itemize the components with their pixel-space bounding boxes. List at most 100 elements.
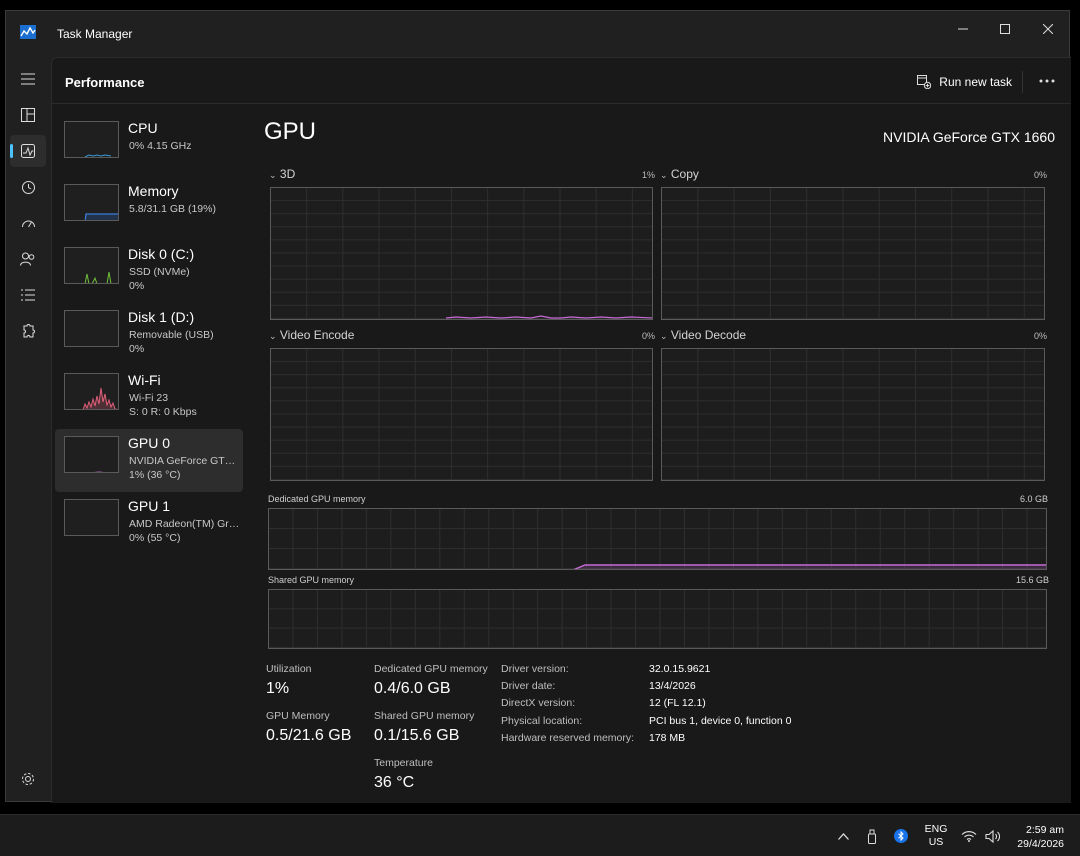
engine-3d-selector[interactable]: ⌄ 3D — [269, 167, 295, 181]
device-detail: NVIDIA GeForce GTX 1660 — [129, 455, 241, 467]
input-language-indicator[interactable]: ENG US — [921, 823, 951, 849]
engine-label: Copy — [670, 167, 699, 181]
device-memory[interactable]: Memory 5.8/31.1 GB (19%) — [55, 177, 243, 240]
chevron-down-icon: ⌄ — [660, 331, 668, 341]
nav-users[interactable] — [10, 243, 46, 275]
dedicated-memory-label: Dedicated GPU memory — [268, 494, 366, 504]
task-manager-window: Task Manager Performance Run new task CP… — [5, 10, 1071, 803]
driver-date-label: Driver date: — [501, 680, 556, 692]
wifi-thumbnail-graph — [64, 373, 119, 410]
engine-video-decode-selector[interactable]: ⌄ Video Decode — [660, 328, 746, 342]
nav-performance[interactable] — [10, 135, 46, 167]
engine-video-encode-percent: 0% — [642, 331, 656, 341]
volume-tray-button[interactable] — [982, 815, 1004, 856]
title-bar[interactable]: Task Manager — [6, 11, 1069, 55]
gpu-memory-label: GPU Memory — [266, 710, 330, 722]
device-cpu[interactable]: CPU 0% 4.15 GHz — [55, 114, 243, 177]
speedometer-icon — [21, 220, 35, 228]
page-title: Performance — [65, 75, 145, 90]
disk-1-thumbnail-graph — [64, 310, 119, 347]
device-detail: Removable (USB) — [129, 329, 214, 341]
run-new-task-label: Run new task — [939, 75, 1012, 89]
utilization-value: 1% — [266, 680, 290, 697]
details-list-icon — [21, 289, 35, 301]
network-tray-button[interactable] — [958, 815, 980, 856]
language-code: ENG — [924, 823, 948, 835]
engine-video-encode-graph — [270, 348, 653, 481]
clock-time: 2:59 am — [1026, 824, 1064, 836]
system-clock[interactable]: 2:59 am 29/4/2026 — [1017, 823, 1064, 851]
shared-memory-stat-value: 0.1/15.6 GB — [374, 727, 460, 744]
nav-processes[interactable] — [10, 99, 46, 131]
device-wifi[interactable]: Wi-Fi Wi-Fi 23 S: 0 R: 0 Kbps — [55, 366, 243, 429]
usb-drive-icon — [868, 829, 876, 844]
driver-version-value: 32.0.15.9621 — [649, 663, 711, 675]
device-detail: 5.8/31.1 GB (19%) — [129, 203, 216, 215]
usb-drive-tray-button[interactable] — [861, 815, 883, 856]
device-detail: AMD Radeon(TM) Graphics — [129, 518, 241, 530]
disk-0-thumbnail-graph — [64, 247, 119, 284]
device-gpu-1[interactable]: GPU 1 AMD Radeon(TM) Graphics 0% (55 °C) — [55, 492, 243, 555]
nav-services[interactable] — [10, 315, 46, 347]
content-header: Performance Run new task — [52, 58, 1071, 104]
bluetooth-tray-button[interactable] — [890, 815, 912, 856]
shared-memory-graph — [268, 589, 1047, 649]
shared-memory-stat-label: Shared GPU memory — [374, 710, 475, 722]
physical-location-label: Physical location: — [501, 715, 583, 727]
clock-date: 29/4/2026 — [1017, 838, 1064, 850]
directx-version-label: DirectX version: — [501, 697, 576, 709]
device-name: Memory — [128, 183, 179, 199]
device-usage: 0% — [129, 343, 145, 355]
device-name: GPU 1 — [128, 498, 171, 514]
show-hidden-icons-button[interactable] — [832, 815, 854, 856]
device-detail: SSD (NVMe) — [129, 266, 190, 278]
gear-icon — [22, 773, 34, 785]
processes-icon — [21, 108, 35, 122]
device-disk-0[interactable]: Disk 0 (C:) SSD (NVMe) 0% — [55, 240, 243, 303]
engine-video-decode-graph — [661, 348, 1045, 481]
dedicated-memory-stat-label: Dedicated GPU memory — [374, 663, 488, 675]
maximize-button[interactable] — [983, 15, 1027, 43]
gpu-memory-value: 0.5/21.6 GB — [266, 727, 352, 744]
minimize-button[interactable] — [941, 15, 985, 43]
device-name: CPU — [128, 120, 158, 136]
hamburger-menu-button[interactable] — [10, 63, 46, 95]
engine-label: Video Decode — [670, 328, 747, 342]
performance-icon — [21, 144, 35, 158]
device-usage: 1% (36 °C) — [129, 469, 181, 481]
gpu-0-thumbnail-graph — [64, 436, 119, 473]
hamburger-icon — [21, 73, 35, 85]
close-button[interactable] — [1026, 15, 1070, 43]
engine-video-decode-percent: 0% — [1034, 331, 1048, 341]
device-name: GPU 0 — [128, 435, 171, 451]
engine-copy-selector[interactable]: ⌄ Copy — [660, 167, 699, 181]
taskbar: ENG US 2:59 am 29/4/2026 — [0, 814, 1080, 856]
more-options-button[interactable] — [1035, 70, 1059, 92]
engine-label: 3D — [279, 167, 296, 181]
nav-details[interactable] — [10, 279, 46, 311]
hardware-reserved-memory-value: 178 MB — [649, 732, 686, 744]
wifi-icon — [961, 831, 977, 842]
run-new-task-button[interactable]: Run new task — [917, 71, 1023, 93]
minimize-icon — [958, 28, 968, 30]
engine-video-encode-selector[interactable]: ⌄ Video Encode — [269, 328, 354, 342]
nav-app-history[interactable] — [10, 171, 46, 203]
device-name: Disk 1 (D:) — [128, 309, 195, 325]
nav-startup-apps[interactable] — [10, 207, 46, 239]
chevron-down-icon: ⌄ — [269, 170, 277, 180]
device-gpu-0[interactable]: GPU 0 NVIDIA GeForce GTX 1660 1% (36 °C) — [55, 429, 243, 492]
engine-label: Video Encode — [279, 328, 355, 342]
device-detail: 0% 4.15 GHz — [129, 140, 192, 152]
directx-version-value: 12 (FL 12.1) — [649, 697, 706, 709]
device-usage: 0% — [129, 280, 145, 292]
chevron-down-icon: ⌄ — [660, 170, 668, 180]
device-disk-1[interactable]: Disk 1 (D:) Removable (USB) 0% — [55, 303, 243, 366]
maximize-icon — [1000, 24, 1010, 34]
nav-settings[interactable] — [10, 763, 46, 795]
bluetooth-icon — [894, 829, 908, 843]
device-usage: S: 0 R: 0 Kbps — [129, 406, 197, 418]
window-title: Task Manager — [57, 27, 133, 41]
physical-location-value: PCI bus 1, device 0, function 0 — [649, 715, 792, 727]
run-task-icon — [917, 75, 932, 89]
device-detail: Wi-Fi 23 — [129, 392, 169, 404]
